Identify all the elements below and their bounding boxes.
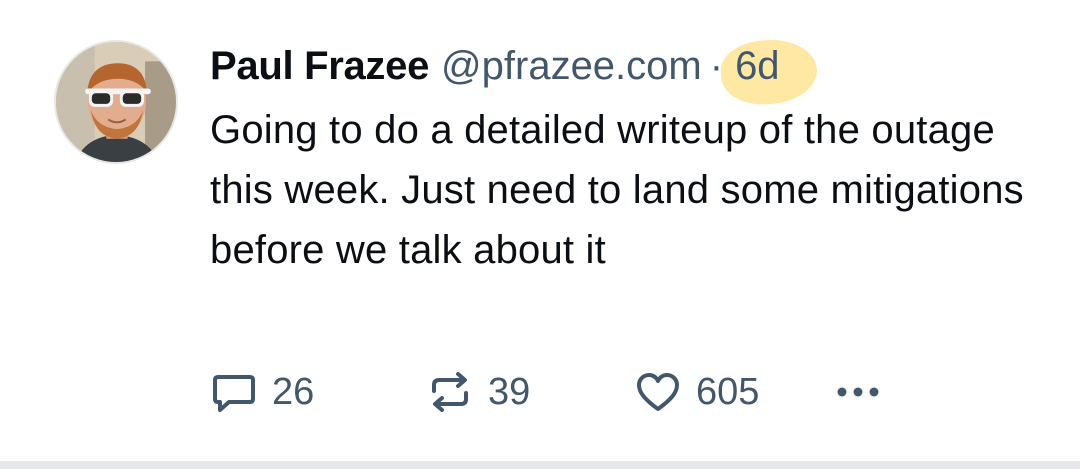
speech-bubble-icon (213, 375, 255, 412)
heart-icon (637, 373, 679, 411)
reply-count: 26 (272, 370, 315, 413)
author-display-name[interactable]: Paul Frazee (210, 38, 429, 94)
more-dots-icon (837, 387, 879, 397)
post-actions: 26 39 605 (210, 362, 930, 422)
like-count: 605 (696, 370, 760, 413)
reply-button[interactable]: 26 (210, 362, 314, 422)
repost-count: 39 (488, 370, 531, 413)
repost-arrows-icon (432, 372, 468, 412)
like-button[interactable]: 605 (634, 362, 759, 422)
post-card[interactable]: Paul Frazee @pfrazee.com · 6d Going to d… (0, 0, 1080, 469)
repost-button[interactable]: 39 (426, 362, 530, 422)
more-options-button[interactable] (830, 362, 894, 422)
avatar[interactable] (54, 40, 178, 164)
post-timestamp-text: 6d (735, 44, 780, 88)
author-handle[interactable]: @pfrazee.com (441, 38, 702, 94)
post-content: Paul Frazee @pfrazee.com · 6d Going to d… (210, 38, 1040, 280)
post-header: Paul Frazee @pfrazee.com · 6d (210, 38, 1040, 94)
post-text: Going to do a detailed writeup of the ou… (210, 108, 1024, 272)
post-divider (0, 461, 1080, 469)
post-timestamp[interactable]: 6d (731, 38, 784, 94)
avatar-image (56, 42, 176, 162)
